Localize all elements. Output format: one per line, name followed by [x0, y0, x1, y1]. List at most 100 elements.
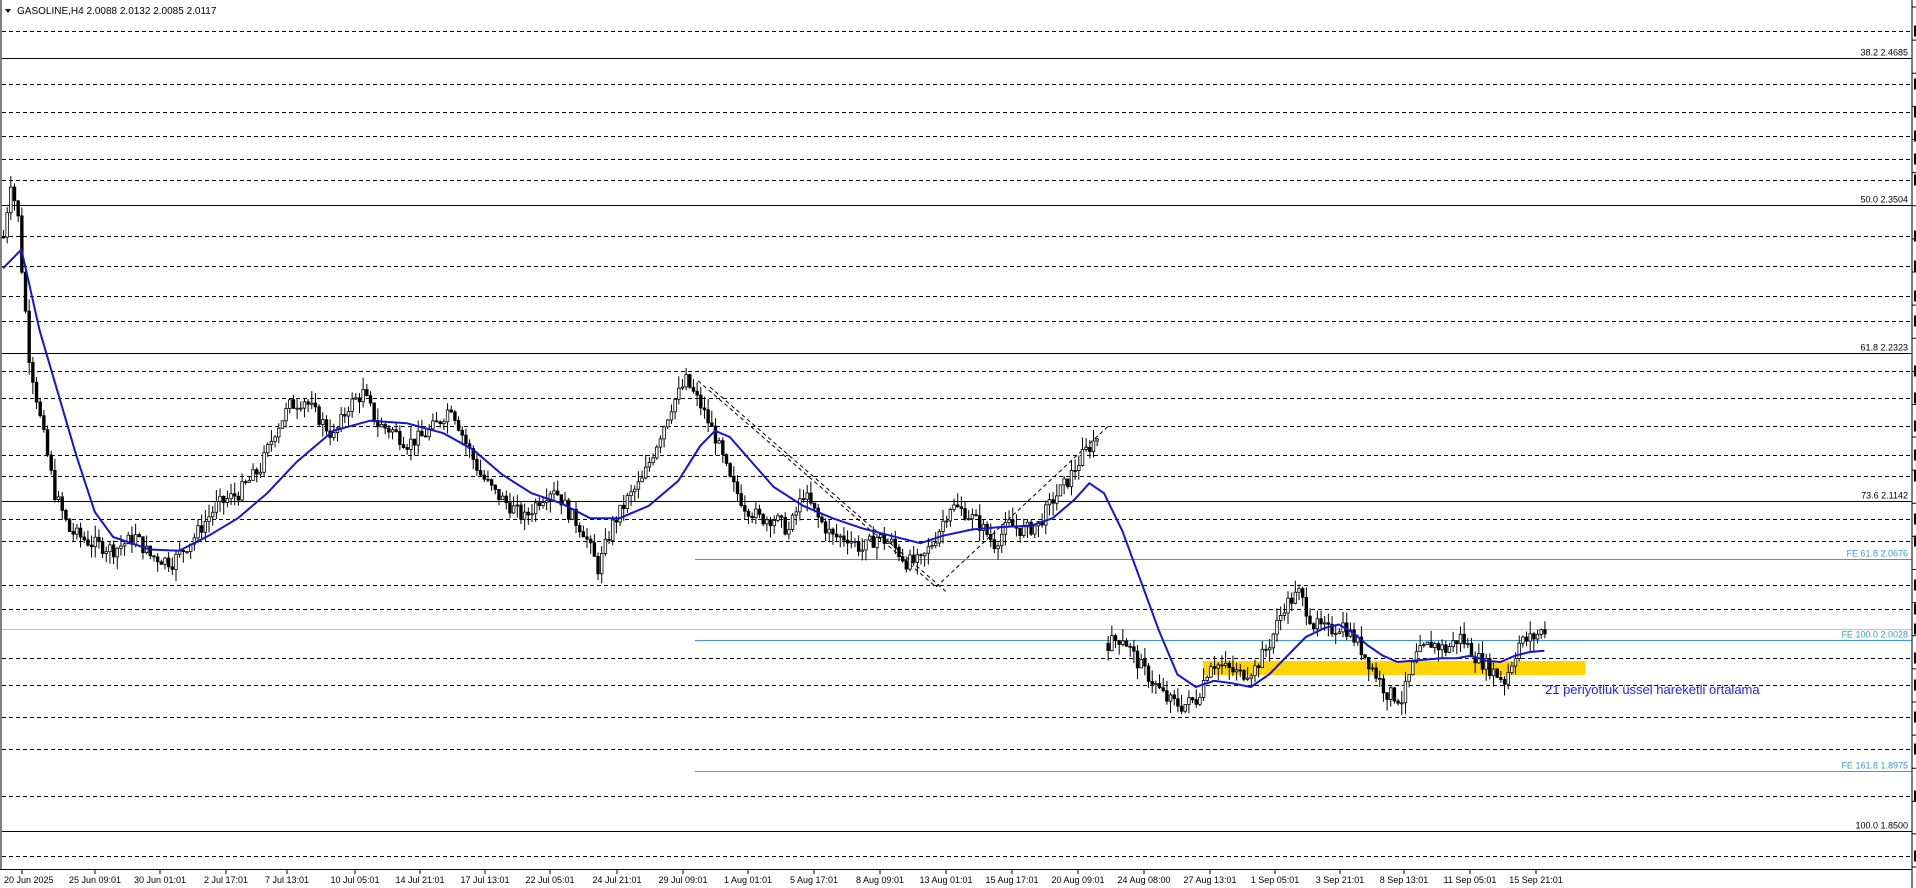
price-chart[interactable]: FE 61.8 2.0676 FE 100.0 2.0028 FE 161.8 1.…	[0, 0, 1916, 888]
candle-body	[1491, 668, 1496, 677]
candle-body	[735, 481, 740, 495]
candle-body	[1289, 597, 1294, 604]
candle-body	[291, 399, 296, 409]
candle-body	[361, 389, 365, 403]
candle-body	[1381, 678, 1386, 694]
candle-body	[533, 502, 538, 515]
candle-body	[1069, 470, 1074, 488]
candle-body	[317, 406, 321, 425]
candle-body	[600, 553, 604, 575]
x-tick-label: 17 Jul 13:01	[460, 875, 509, 885]
candle[interactable]	[280, 420, 285, 429]
candle-body	[1003, 522, 1008, 535]
candle[interactable]	[688, 373, 692, 389]
candle[interactable]	[728, 461, 732, 478]
x-tick-label: 29 Jul 09:01	[658, 875, 707, 885]
candle-body	[1198, 696, 1202, 705]
candle-body	[1374, 667, 1378, 679]
candle-body	[394, 429, 398, 432]
candle-body	[915, 554, 920, 563]
candle[interactable]	[1392, 687, 1397, 704]
candle-body	[614, 519, 619, 523]
candle-body	[1378, 677, 1382, 680]
candle-body	[930, 545, 934, 548]
candle-body	[1168, 694, 1173, 702]
candle-body	[1242, 670, 1246, 680]
candle-body	[390, 429, 395, 433]
candle-body	[1528, 633, 1532, 642]
candle-body	[893, 538, 898, 548]
candle-body	[1499, 676, 1503, 680]
candle[interactable]	[1495, 668, 1499, 679]
candle-body	[1161, 687, 1165, 692]
candle-body	[673, 398, 677, 413]
candle-body	[1433, 643, 1437, 648]
candle-body	[1451, 640, 1455, 647]
candle-body	[625, 495, 630, 509]
candle[interactable]	[1411, 659, 1415, 676]
candle[interactable]	[790, 512, 795, 532]
candle-body	[438, 421, 442, 425]
candle-body	[629, 491, 633, 496]
candle-body	[497, 488, 501, 501]
candle-body	[1389, 687, 1393, 700]
candle-body	[346, 410, 351, 417]
candle-body	[611, 519, 615, 541]
candle-body	[794, 511, 798, 516]
candle-body	[856, 541, 861, 552]
candle[interactable]	[45, 425, 50, 457]
candle-body	[566, 499, 571, 520]
candle-body	[453, 411, 457, 421]
candle-body	[269, 440, 274, 445]
candle-body	[1022, 526, 1026, 536]
candle-body	[482, 474, 486, 480]
candle[interactable]	[761, 512, 765, 527]
candle-body	[589, 538, 593, 544]
candle-body	[1058, 484, 1063, 497]
candle-body	[174, 553, 178, 570]
candle-body	[119, 545, 123, 549]
candle-body	[258, 471, 263, 475]
candle-body	[1194, 699, 1198, 705]
candle[interactable]	[1029, 519, 1033, 536]
candle[interactable]	[1058, 484, 1063, 497]
candle-body	[299, 407, 303, 410]
candle-body	[405, 447, 409, 450]
candle-body	[78, 527, 83, 538]
candle-body	[680, 386, 685, 389]
x-tick-label: 25 Jun 09:01	[69, 875, 121, 885]
candle-body	[746, 510, 751, 517]
candle-body	[108, 544, 112, 553]
candle[interactable]	[20, 207, 24, 275]
fe-level-label: FE 100.0 2.0028	[1841, 630, 1908, 640]
candle-body	[1062, 478, 1066, 486]
candle-body	[1532, 633, 1536, 640]
candle-body	[713, 425, 718, 444]
candle-body	[541, 502, 545, 507]
candle-body	[1400, 702, 1404, 705]
candle-body	[1543, 629, 1547, 635]
candle-body	[1458, 633, 1463, 645]
candle-body	[420, 430, 424, 437]
candle[interactable]	[1425, 641, 1430, 645]
candle-body	[9, 186, 13, 214]
candle[interactable]	[655, 445, 659, 460]
candle[interactable]	[317, 404, 321, 427]
candle-body	[273, 436, 277, 442]
candle-body	[845, 539, 850, 544]
candle-body	[1323, 622, 1327, 625]
candle[interactable]	[67, 517, 72, 533]
candle-body	[1367, 657, 1371, 670]
candle-body	[959, 506, 964, 509]
candle-body	[1495, 668, 1499, 678]
candle-body	[12, 186, 17, 202]
candle-body	[1286, 597, 1290, 614]
candle-body	[1132, 646, 1136, 652]
candle-body	[699, 394, 703, 409]
candle-body	[133, 534, 138, 545]
candle-body	[805, 492, 809, 500]
candle-body	[911, 554, 916, 563]
candle-body	[115, 547, 119, 558]
candle[interactable]	[566, 497, 571, 523]
candle-body	[1029, 521, 1033, 535]
